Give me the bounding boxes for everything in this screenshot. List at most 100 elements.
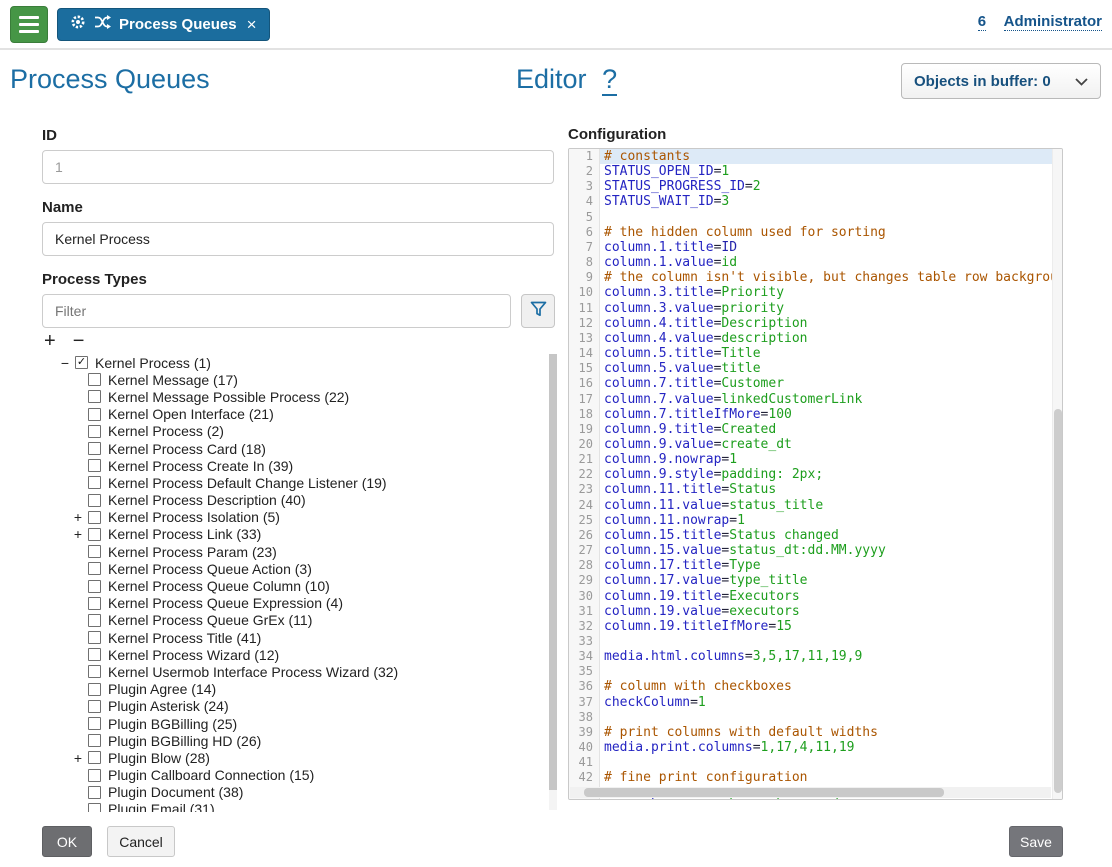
configuration-editor[interactable]: 1# constants2STATUS_OPEN_ID=13STATUS_PRO…: [568, 148, 1063, 800]
checkbox-unchecked[interactable]: [88, 631, 101, 644]
code-line[interactable]: 24column.11.value=status_title: [569, 498, 1062, 513]
editor-hscroll-thumb[interactable]: [584, 788, 944, 797]
tree-row[interactable]: Plugin BGBilling (25): [42, 715, 558, 732]
tree-row[interactable]: +Kernel Process Link (33): [42, 526, 558, 543]
code-line[interactable]: 38: [569, 710, 1062, 725]
collapse-icon[interactable]: −: [58, 355, 72, 371]
tab-process-queues[interactable]: Process Queues ×: [57, 8, 270, 41]
tree-row[interactable]: Plugin BGBilling HD (26): [42, 732, 558, 749]
expand-all-button[interactable]: +: [44, 330, 56, 352]
checkbox-unchecked[interactable]: [88, 511, 101, 524]
tree-row[interactable]: Kernel Process Wizard (12): [42, 646, 558, 663]
code-line[interactable]: 11column.3.value=priority: [569, 301, 1062, 316]
filter-button[interactable]: [521, 294, 555, 328]
checkbox-checked[interactable]: ✓: [75, 356, 88, 369]
tree-item-label[interactable]: Kernel Process Description (40): [108, 492, 306, 508]
checkbox-unchecked[interactable]: [88, 528, 101, 541]
tree-row[interactable]: Kernel Message (17): [42, 371, 558, 388]
code-line[interactable]: 19column.9.title=Created: [569, 422, 1062, 437]
code-line[interactable]: 41: [569, 755, 1062, 770]
checkbox-unchecked[interactable]: [88, 665, 101, 678]
tree-item-label[interactable]: Kernel Process Create In (39): [108, 458, 293, 474]
checkbox-unchecked[interactable]: [88, 562, 101, 575]
code-line[interactable]: 32column.19.titleIfMore=15: [569, 619, 1062, 634]
code-line[interactable]: 6# the hidden column used for sorting: [569, 225, 1062, 240]
checkbox-unchecked[interactable]: [88, 476, 101, 489]
code-line[interactable]: 7column.1.title=ID: [569, 240, 1062, 255]
code-line[interactable]: 18column.7.titleIfMore=100: [569, 407, 1062, 422]
tree-item-label[interactable]: Kernel Process Link (33): [108, 526, 261, 542]
checkbox-unchecked[interactable]: [88, 390, 101, 403]
tree-row[interactable]: Kernel Process Default Change Listener (…: [42, 474, 558, 491]
tree-row[interactable]: Kernel Process Create In (39): [42, 457, 558, 474]
code-line[interactable]: 35: [569, 664, 1062, 679]
tree-row[interactable]: Plugin Document (38): [42, 784, 558, 801]
expand-icon[interactable]: +: [71, 509, 85, 525]
help-link[interactable]: ?: [602, 64, 617, 96]
checkbox-unchecked[interactable]: [88, 769, 101, 782]
code-line[interactable]: 16column.7.title=Customer: [569, 376, 1062, 391]
tree-row[interactable]: + Kernel Process Isolation (5): [42, 509, 558, 526]
tree-item-label[interactable]: Kernel Process Isolation (5): [108, 509, 280, 525]
code-line[interactable]: 15column.5.value=title: [569, 361, 1062, 376]
tree-row[interactable]: Kernel Process Queue Column (10): [42, 577, 558, 594]
code-line[interactable]: 25column.11.nowrap=1: [569, 513, 1062, 528]
tree-row[interactable]: Kernel Process Description (40): [42, 492, 558, 509]
tree-item-label[interactable]: Plugin Email (31): [108, 801, 215, 812]
tree-item-label[interactable]: Plugin BGBilling HD (26): [108, 733, 261, 749]
tree-item-label[interactable]: Kernel Process Queue GrEx (11): [108, 612, 312, 628]
code-line[interactable]: 10column.3.title=Priority: [569, 285, 1062, 300]
checkbox-unchecked[interactable]: [88, 751, 101, 764]
tree-scrollbar-thumb[interactable]: [549, 354, 557, 790]
name-input[interactable]: [42, 222, 554, 256]
code-line[interactable]: 22column.9.style=padding: 2px;: [569, 467, 1062, 482]
code-line[interactable]: 39# print columns with default widths: [569, 725, 1062, 740]
tree-scrollbar[interactable]: [549, 354, 557, 810]
user-name-link[interactable]: Administrator: [1004, 13, 1102, 31]
checkbox-unchecked[interactable]: [88, 545, 101, 558]
checkbox-unchecked[interactable]: [88, 700, 101, 713]
code-line[interactable]: 14column.5.title=Title: [569, 346, 1062, 361]
tree-row[interactable]: −✓ Kernel Process (1): [42, 354, 558, 371]
checkbox-unchecked[interactable]: [88, 373, 101, 386]
tree-item-label[interactable]: Plugin Blow (28): [108, 750, 210, 766]
tree-item-label[interactable]: Plugin Agree (14): [108, 681, 216, 697]
tree-row[interactable]: Plugin Email (31): [42, 801, 558, 812]
code-line[interactable]: 4STATUS_WAIT_ID=3: [569, 194, 1062, 209]
checkbox-unchecked[interactable]: [88, 459, 101, 472]
code-line[interactable]: 17column.7.value=linkedCustomerLink: [569, 392, 1062, 407]
tree-item-label[interactable]: Kernel Message Possible Process (22): [108, 389, 349, 405]
code-line[interactable]: 1# constants: [569, 149, 1062, 164]
tree-item-label[interactable]: Plugin BGBilling (25): [108, 716, 237, 732]
checkbox-unchecked[interactable]: [88, 580, 101, 593]
tree-item-label[interactable]: Kernel Process Param (23): [108, 544, 277, 560]
editor-vscroll-thumb[interactable]: [1054, 409, 1062, 793]
tree-item-label[interactable]: Plugin Asterisk (24): [108, 698, 229, 714]
expand-icon[interactable]: +: [71, 750, 85, 766]
checkbox-unchecked[interactable]: [88, 494, 101, 507]
tree-row[interactable]: Kernel Process Param (23): [42, 543, 558, 560]
filter-input[interactable]: [42, 294, 511, 328]
tree-item-label[interactable]: Kernel Process (1): [95, 355, 211, 371]
code-line[interactable]: 31column.19.value=executors: [569, 604, 1062, 619]
code-line[interactable]: 20column.9.value=create_dt: [569, 437, 1062, 452]
code-line[interactable]: 26column.15.title=Status changed: [569, 528, 1062, 543]
tab-close-icon[interactable]: ×: [247, 16, 257, 33]
checkbox-unchecked[interactable]: [88, 786, 101, 799]
code-line[interactable]: 23column.11.title=Status: [569, 482, 1062, 497]
collapse-all-button[interactable]: −: [73, 330, 85, 352]
code-line[interactable]: 34media.html.columns=3,5,17,11,19,9: [569, 649, 1062, 664]
code-line[interactable]: 40media.print.columns=1,17,4,11,19: [569, 740, 1062, 755]
checkbox-unchecked[interactable]: [88, 717, 101, 730]
tree-row[interactable]: Kernel Process (2): [42, 423, 558, 440]
checkbox-unchecked[interactable]: [88, 648, 101, 661]
tree-item-label[interactable]: Plugin Document (38): [108, 784, 243, 800]
tree-item-label[interactable]: Kernel Process Card (18): [108, 441, 266, 457]
id-input[interactable]: [42, 150, 554, 184]
tree-row[interactable]: + Plugin Blow (28): [42, 749, 558, 766]
code-line[interactable]: 5: [569, 210, 1062, 225]
editor-horizontal-scrollbar[interactable]: [570, 787, 1051, 798]
tree-row[interactable]: Kernel Usermob Interface Process Wizard …: [42, 663, 558, 680]
tree-item-label[interactable]: Kernel Process Queue Expression (4): [108, 595, 343, 611]
code-line[interactable]: 28column.17.title=Type: [569, 558, 1062, 573]
